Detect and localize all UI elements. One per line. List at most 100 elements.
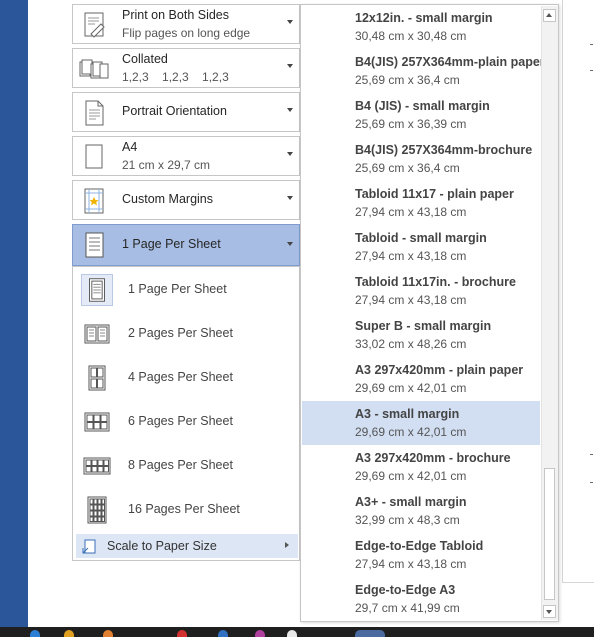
paper-size-dimensions: 32,99 cm x 48,3 cm <box>355 513 460 527</box>
taskbar-app-icon[interactable] <box>30 630 40 637</box>
duplex-label: Print on Both Sides <box>122 8 230 22</box>
taskbar-app-icon[interactable] <box>255 630 265 637</box>
taskbar-app-icon[interactable] <box>218 630 228 637</box>
margins-setting[interactable]: Custom Margins <box>72 180 300 220</box>
paper-size-option[interactable]: B4 (JIS) - small margin 25,69 cm x 36,39… <box>302 93 540 137</box>
margins-label: Custom Margins <box>122 192 213 206</box>
paper-size-name: 12x12in. - small margin <box>355 11 493 25</box>
taskbar-app-icon[interactable] <box>64 630 74 637</box>
chevron-right-icon <box>285 542 289 548</box>
menu-item-8-pages[interactable]: 8 Pages Per Sheet <box>76 446 298 486</box>
collate-icon <box>79 59 109 79</box>
paper-size-dimensions: 27,94 cm x 43,18 cm <box>355 205 467 219</box>
taskbar-app-icon[interactable] <box>287 630 297 637</box>
paper-size-dimensions: 25,69 cm x 36,39 cm <box>355 117 467 131</box>
paper-size-option[interactable]: Edge-to-Edge A3 29,7 cm x 41,99 cm <box>302 577 540 621</box>
preview-tick <box>590 70 593 71</box>
chevron-down-icon <box>287 20 293 24</box>
paper-size-name: Edge-to-Edge A3 <box>355 583 456 597</box>
paper-size-dimensions: 29,69 cm x 42,01 cm <box>355 425 467 439</box>
paper-size-option[interactable]: B4(JIS) 257X364mm-brochure 25,69 cm x 36… <box>302 137 540 181</box>
paper-size-name: B4(JIS) 257X364mm-plain paper <box>355 55 545 69</box>
paper-size-option[interactable]: Super B - small margin 33,02 cm x 48,26 … <box>302 313 540 357</box>
paper-size-dimensions: 30,48 cm x 30,48 cm <box>355 29 467 43</box>
print-preview-edge <box>562 0 594 582</box>
menu-item-1-page[interactable]: 1 Page Per Sheet <box>76 270 298 310</box>
collation-sub-label: 1,2,3 1,2,3 1,2,3 <box>122 70 229 84</box>
paper-size-dimensions: 27,94 cm x 43,18 cm <box>355 293 467 307</box>
one-page-icon <box>81 274 113 306</box>
chevron-down-icon <box>287 64 293 68</box>
sixteen-pages-icon <box>87 496 107 524</box>
collation-setting[interactable]: Collated 1,2,3 1,2,3 1,2,3 <box>72 48 300 88</box>
menu-item-6-pages[interactable]: 6 Pages Per Sheet <box>76 402 298 442</box>
two-pages-icon <box>84 324 110 344</box>
page-per-sheet-icon <box>85 232 104 258</box>
paper-size-option[interactable]: B4(JIS) 257X364mm-plain paper 25,69 cm x… <box>302 49 545 93</box>
scroll-up-button[interactable] <box>543 9 556 22</box>
taskbar-app-icon[interactable] <box>103 630 113 637</box>
paper-size-option[interactable]: A3 297x420mm - plain paper 29,69 cm x 42… <box>302 357 540 401</box>
orientation-label: Portrait Orientation <box>122 104 227 118</box>
duplex-setting[interactable]: Print on Both Sides Flip pages on long e… <box>72 4 300 44</box>
taskbar-app-icon[interactable] <box>177 630 187 637</box>
paper-size-menu: 12x12in. - small margin 30,48 cm x 30,48… <box>300 4 559 622</box>
paper-size-name: A3 297x420mm - plain paper <box>355 363 524 377</box>
paper-size-dimensions: 25,69 cm x 36,4 cm <box>355 161 460 175</box>
scale-to-paper-size-label: Scale to Paper Size <box>107 539 217 553</box>
paper-size-setting[interactable]: A4 21 cm x 29,7 cm <box>72 136 300 176</box>
paper-size-name: B4 (JIS) - small margin <box>355 99 490 113</box>
eight-pages-icon <box>83 457 111 475</box>
pages-per-sheet-label: 1 Page Per Sheet <box>122 237 221 251</box>
paper-size-option[interactable]: 12x12in. - small margin 30,48 cm x 30,48… <box>302 5 540 49</box>
scale-to-paper-size-item[interactable]: Scale to Paper Size <box>76 534 298 558</box>
paper-size-label: A4 <box>122 140 138 154</box>
preview-divider <box>562 582 594 583</box>
paper-size-name: Super B - small margin <box>355 319 492 333</box>
paper-size-dimensions: 33,02 cm x 48,26 cm <box>355 337 467 351</box>
paper-size-option[interactable]: A3 297x420mm - brochure 29,69 cm x 42,01… <box>302 445 540 489</box>
duplex-sub-label: Flip pages on long edge <box>122 26 251 40</box>
margins-icon <box>84 188 104 214</box>
six-pages-icon <box>84 412 110 432</box>
menu-item-label: 16 Pages Per Sheet <box>128 502 240 516</box>
preview-tick <box>590 482 593 483</box>
duplex-icon <box>84 12 105 38</box>
chevron-down-icon <box>287 108 293 112</box>
menu-item-label: 8 Pages Per Sheet <box>128 458 233 472</box>
preview-tick <box>590 454 593 455</box>
taskbar <box>0 627 594 637</box>
menu-item-2-pages[interactable]: 2 Pages Per Sheet <box>76 314 298 354</box>
arrow-up-icon <box>546 13 552 17</box>
paper-size-scrollbar[interactable] <box>541 6 558 620</box>
menu-item-label: 1 Page Per Sheet <box>128 282 227 296</box>
menu-item-4-pages[interactable]: 4 Pages Per Sheet <box>76 358 298 398</box>
chevron-down-icon <box>287 196 293 200</box>
menu-item-16-pages[interactable]: 16 Pages Per Sheet <box>76 490 298 530</box>
paper-size-option[interactable]: A3+ - small margin 32,99 cm x 48,3 cm <box>302 489 540 533</box>
paper-size-dimensions: 29,7 cm x 41,99 cm <box>355 601 460 615</box>
scale-page-icon <box>82 539 96 554</box>
paper-size-dimensions: 25,69 cm x 36,4 cm <box>355 73 460 87</box>
paper-size-name: Tabloid - small margin <box>355 231 487 245</box>
chevron-down-icon <box>287 152 293 156</box>
paper-size-option[interactable]: Tabloid 11x17in. - brochure 27,94 cm x 4… <box>302 269 540 313</box>
menu-item-label: 6 Pages Per Sheet <box>128 414 233 428</box>
paper-icon <box>85 144 103 169</box>
taskbar-active-app[interactable] <box>355 630 385 637</box>
paper-size-option[interactable]: Tabloid - small margin 27,94 cm x 43,18 … <box>302 225 540 269</box>
paper-size-option-highlighted[interactable]: A3 - small margin 29,69 cm x 42,01 cm <box>302 401 540 445</box>
paper-size-option[interactable]: Edge-to-Edge Tabloid 27,94 cm x 43,18 cm <box>302 533 540 577</box>
orientation-setting[interactable]: Portrait Orientation <box>72 92 300 132</box>
paper-size-dimensions: 27,94 cm x 43,18 cm <box>355 557 467 571</box>
paper-size-option[interactable]: Tabloid 11x17 - plain paper 27,94 cm x 4… <box>302 181 540 225</box>
paper-size-name: Tabloid 11x17 - plain paper <box>355 187 514 201</box>
scrollbar-thumb[interactable] <box>544 468 555 600</box>
scroll-down-button[interactable] <box>543 605 556 618</box>
paper-size-dimensions: 29,69 cm x 42,01 cm <box>355 469 467 483</box>
pages-per-sheet-setting[interactable]: 1 Page Per Sheet <box>72 224 300 266</box>
paper-size-dimensions: 27,94 cm x 43,18 cm <box>355 249 467 263</box>
paper-size-name: Tabloid 11x17in. - brochure <box>355 275 516 289</box>
paper-size-name: A3+ - small margin <box>355 495 467 509</box>
chevron-down-icon <box>287 242 293 246</box>
